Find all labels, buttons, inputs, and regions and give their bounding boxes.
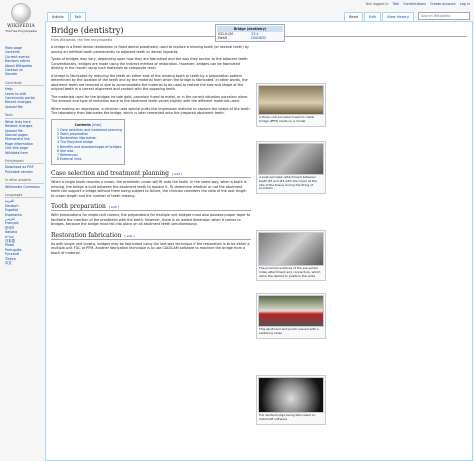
abutment-image[interactable]: [258, 295, 324, 327]
figure: A three unit porcelain fused to metal br…: [256, 83, 326, 127]
toc-item[interactable]: 8 External links: [57, 157, 119, 161]
sidebar-heading: Languages: [5, 193, 44, 199]
sidebar-projects: In other projects Wikimedia Commons: [0, 178, 44, 189]
section-heading: Case selection and treatment planning[ e…: [51, 170, 251, 179]
search-input[interactable]: Search Wikipedia: [418, 12, 470, 20]
top-bar: Not logged in Talk Contributions Create …: [0, 0, 474, 12]
sidebar-languages: Languages العربية Deutsch Español Espera…: [0, 193, 44, 266]
attachment-image[interactable]: [258, 143, 324, 175]
sidebar-main: Main page Contents Current events Random…: [0, 46, 44, 77]
paragraph: A bridge is fabricated by reducing the t…: [51, 73, 248, 92]
tab-talk[interactable]: Talk: [69, 12, 87, 21]
sidebar-item[interactable]: Wikidata item: [5, 151, 44, 155]
paragraph: A bridge is a fixed dental restoration (…: [51, 45, 249, 54]
sidebar-tools: Tools What links here Related changes Up…: [0, 113, 44, 155]
language-link[interactable]: 中文: [5, 261, 44, 265]
toc-title: Contents [hide]: [74, 122, 102, 127]
table-of-contents: Contents [hide] 1 Case selection and tre…: [51, 118, 125, 166]
figure-caption: A three unit porcelain fused to metal br…: [259, 115, 315, 123]
figure-caption: This abutment and pontic pieced with a s…: [259, 327, 319, 335]
infobox-key: MeSH: [218, 36, 228, 40]
sidebar-heading: Print/export: [5, 159, 44, 165]
paragraph: As with single-unit crowns, bridges may …: [51, 241, 250, 255]
infobox-value[interactable]: D003832: [250, 36, 283, 40]
sidebar-item[interactable]: Donate: [5, 72, 44, 76]
tab-read[interactable]: Read: [343, 12, 363, 21]
not-logged-in: Not logged in: [365, 2, 389, 6]
figure-caption: The proximal surfaces of the pre-solder …: [259, 266, 321, 278]
namespace-tabs: Article Talk: [47, 12, 87, 21]
edit-section-link[interactable]: [ edit ]: [125, 234, 135, 238]
sidebar: Main page Contents Current events Random…: [0, 46, 44, 269]
sidebar-item[interactable]: Upload file: [5, 105, 44, 109]
edit-section-link[interactable]: [ edit ]: [172, 172, 182, 176]
tab-article[interactable]: Article: [47, 12, 69, 21]
personal-tools: Not logged in Talk Contributions Create …: [366, 2, 470, 6]
sidebar-item[interactable]: Wikimedia Commons: [5, 185, 44, 189]
sidebar-heading: In other projects: [5, 178, 44, 184]
paragraph: When a single tooth requires a crown, th…: [51, 180, 247, 198]
cad-cam-image[interactable]: [258, 377, 324, 413]
logo-tagline: The Free Encyclopedia: [5, 29, 37, 33]
sidebar-heading: Contribute: [5, 81, 44, 87]
figure-caption: A post-porcelain attachment between teet…: [259, 175, 317, 191]
talk-link[interactable]: Talk: [393, 2, 400, 6]
paragraph: With preparations for single-unit crowns…: [51, 213, 251, 227]
bridge-model-image[interactable]: [258, 85, 324, 115]
sidebar-print: Print/export Download as PDF Printable v…: [0, 159, 44, 174]
solder-index-image[interactable]: [258, 232, 324, 266]
wikipedia-logo[interactable]: WIKIPEDIA The Free Encyclopedia: [4, 3, 38, 43]
figure-caption: Full dental bridge being fabricated on C…: [259, 413, 316, 421]
figure: A post-porcelain attachment between teet…: [256, 141, 326, 195]
section-heading: Restoration fabrication[ edit ]: [51, 232, 251, 240]
article-body: A bridge is a fixed dental restoration (…: [51, 45, 251, 166]
globe-icon: [11, 3, 31, 23]
figure: This abutment and pontic pieced with a s…: [256, 293, 326, 339]
paragraph: Types of bridges may vary, depending upo…: [51, 57, 249, 70]
tab-history[interactable]: View history: [381, 12, 414, 21]
view-tabs: Read Edit View history: [343, 12, 414, 21]
infobox: Bridge (dentistry) ICD-9-CM 23.4 MeSH D003…: [215, 24, 285, 42]
figure: Full dental bridge being fabricated on C…: [256, 375, 326, 425]
contributions-link[interactable]: Contributions: [403, 2, 426, 6]
paragraph: When making an impression, a clinician u…: [51, 106, 251, 116]
edit-section-link[interactable]: [ edit ]: [109, 205, 119, 209]
figure: The proximal surfaces of the pre-solder …: [256, 230, 326, 282]
sidebar-contribute: Contribute Help Learn to edit Community …: [0, 81, 44, 109]
paragraph: The materials used for the bridges inclu…: [51, 94, 249, 104]
toc-toggle[interactable]: [hide]: [92, 123, 101, 127]
tab-edit[interactable]: Edit: [364, 12, 381, 21]
sidebar-heading: Tools: [5, 113, 44, 119]
create-account-link[interactable]: Create account: [430, 2, 456, 6]
sidebar-item[interactable]: Printable version: [5, 170, 44, 174]
login-link[interactable]: Log in: [460, 2, 470, 6]
section-heading: Tooth preparation[ edit ]: [51, 203, 251, 212]
